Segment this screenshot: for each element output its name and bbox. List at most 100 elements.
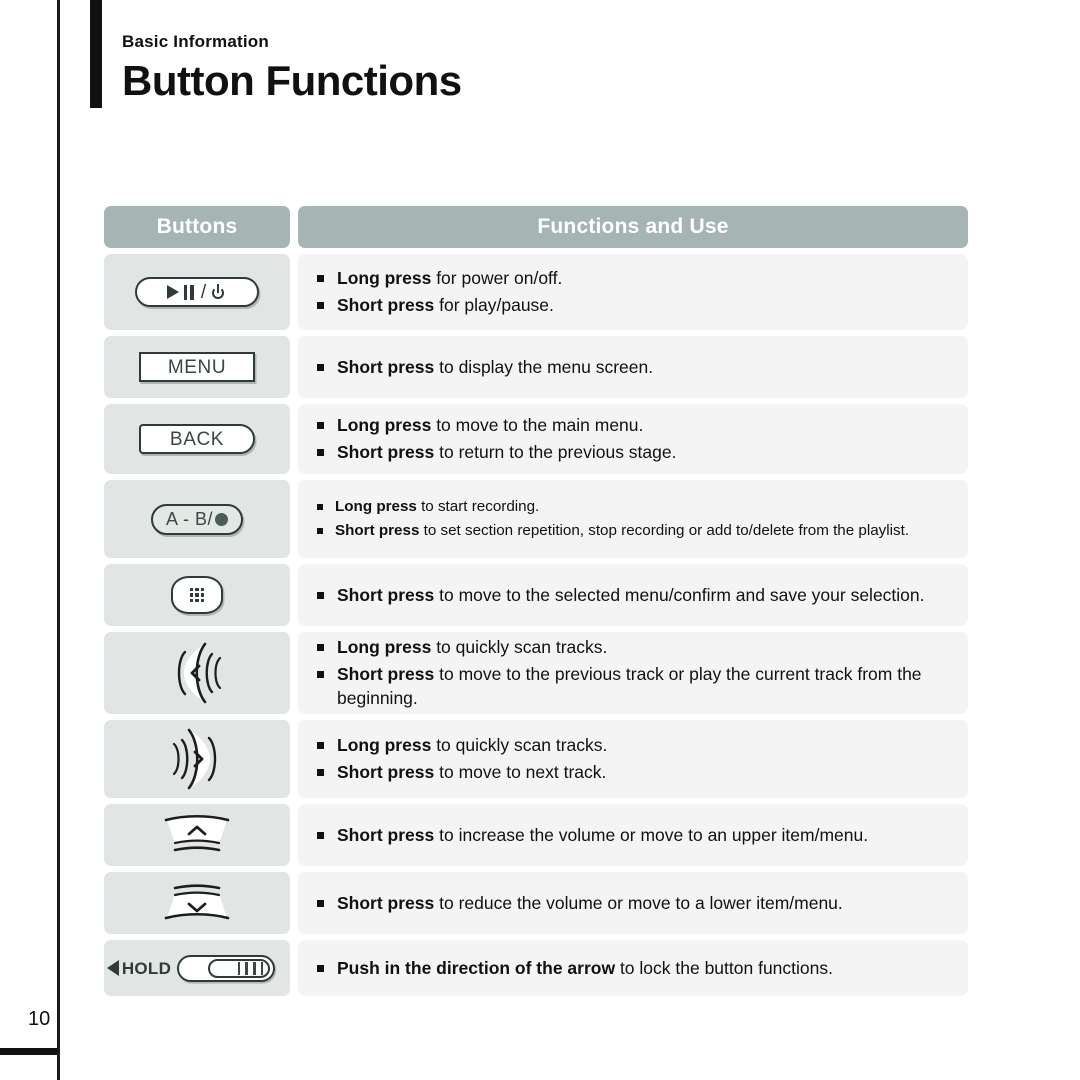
description-line: Long press to start recording.	[316, 496, 952, 518]
table-header-row: Buttons Functions and Use	[104, 206, 968, 248]
button-cell-back: BACK	[104, 404, 290, 474]
table-row: Short press to move to the selected menu…	[104, 564, 968, 626]
button-cell-menu: MENU	[104, 336, 290, 398]
description-line: Short press for play/pause.	[316, 293, 952, 318]
description-strong: Short press	[335, 522, 420, 539]
section-eyebrow: Basic Information	[122, 32, 269, 51]
footer-rule	[0, 1048, 57, 1055]
page-title: Button Functions	[122, 56, 462, 104]
description-strong: Short press	[337, 824, 435, 845]
hold-switch[interactable]: HOLD	[106, 954, 276, 982]
description-strong: Short press	[337, 584, 435, 605]
description-strong: Push in the direction of the arrow	[337, 957, 616, 978]
hold-slider-track[interactable]	[177, 954, 276, 982]
left-arrow-icon	[106, 960, 119, 976]
play-pause-power-button[interactable]: /	[135, 277, 259, 307]
pause-icon	[183, 284, 194, 300]
power-icon	[211, 284, 227, 300]
description-rest: to move to next track.	[434, 762, 607, 782]
description-line: Short press to move to the selected menu…	[316, 583, 952, 608]
column-header-functions-label: Functions and Use	[537, 215, 729, 238]
back-button-label: BACK	[169, 428, 225, 450]
description-strong: Long press	[337, 735, 432, 756]
back-button[interactable]: BACK	[139, 424, 255, 454]
button-cell-next-track	[104, 720, 290, 798]
description-cell: Push in the direction of the arrow to lo…	[298, 940, 968, 996]
description-cell: Short press to display the menu screen.	[298, 336, 968, 398]
description-cell: Short press to move to the selected menu…	[298, 564, 968, 626]
description-line: Short press to set section repetition, s…	[316, 520, 952, 542]
column-header-functions: Functions and Use	[298, 206, 968, 248]
table-row: BACK Long press to move to the main menu…	[104, 404, 968, 474]
hold-switch-label: HOLD	[121, 958, 172, 978]
description-strong: Short press	[337, 356, 435, 377]
description-line: Long press to quickly scan tracks.	[316, 635, 952, 660]
description-line: Short press to move to next track.	[316, 760, 952, 785]
menu-button[interactable]: MENU	[139, 352, 255, 382]
description-strong: Short press	[337, 663, 435, 684]
button-functions-table: Buttons Functions and Use / Long press f…	[104, 206, 968, 1002]
menu-button-label: MENU	[167, 356, 227, 378]
page-heading: Basic Information Button Functions	[122, 32, 942, 105]
select-grid-button[interactable]	[171, 576, 223, 614]
header-accent-bar	[90, 0, 102, 108]
description-line: Short press to reduce the volume or move…	[316, 891, 952, 916]
column-header-buttons: Buttons	[104, 206, 290, 248]
page-number: 10	[28, 1008, 51, 1030]
description-line: Long press to move to the main menu.	[316, 413, 952, 438]
description-rest: to move to the selected menu/confirm and…	[434, 584, 925, 605]
description-strong: Long press	[337, 636, 432, 657]
table-row: Long press to quickly scan tracks. Short…	[104, 632, 968, 714]
table-row: A - B/ Long press to start recording. Sh…	[104, 480, 968, 558]
description-line: Short press to display the menu screen.	[316, 355, 952, 380]
description-line: Long press to quickly scan tracks.	[316, 733, 952, 758]
description-strong: Long press	[337, 415, 432, 436]
grid-dots-icon	[189, 587, 205, 603]
description-rest: for play/pause.	[434, 295, 554, 315]
description-strong: Long press	[337, 268, 432, 289]
next-track-button[interactable]	[158, 725, 236, 793]
description-cell: Short press to reduce the volume or move…	[298, 872, 968, 934]
description-strong: Long press	[335, 498, 417, 516]
description-rest: to set section repetition, stop recordin…	[419, 522, 910, 539]
button-cell-ab-record: A - B/	[104, 480, 290, 558]
description-rest: for power on/off.	[431, 268, 563, 289]
description-line: Short press to increase the volume or mo…	[316, 823, 952, 848]
table-row: Long press to quickly scan tracks. Short…	[104, 720, 968, 798]
volume-up-button[interactable]	[151, 814, 243, 856]
description-cell: Long press for power on/off. Short press…	[298, 254, 968, 330]
description-rest: to reduce the volume or move to a lower …	[434, 892, 843, 913]
description-rest: to display the menu screen.	[434, 356, 654, 377]
previous-track-button[interactable]	[158, 639, 236, 707]
button-cell-select	[104, 564, 290, 626]
description-strong: Short press	[337, 295, 435, 315]
button-cell-hold: HOLD	[104, 940, 290, 996]
ab-record-button-label: A - B/	[165, 509, 213, 529]
table-row: / Long press for power on/off. Short pre…	[104, 254, 968, 330]
description-rest: to return to the previous stage.	[434, 442, 677, 462]
description-cell: Long press to quickly scan tracks. Short…	[298, 632, 968, 714]
description-line: Short press to return to the previous st…	[316, 440, 952, 465]
table-row: HOLD Push in the direction of the arrow …	[104, 940, 968, 996]
description-rest: to move to the main menu.	[431, 415, 644, 436]
table-row: MENU Short press to display the menu scr…	[104, 336, 968, 398]
ab-record-button[interactable]: A - B/	[151, 503, 243, 535]
table-row: Short press to increase the volume or mo…	[104, 804, 968, 866]
button-cell-volume-down	[104, 872, 290, 934]
page-left-rule	[57, 0, 60, 1080]
description-strong: Short press	[337, 762, 435, 782]
description-cell: Short press to increase the volume or mo…	[298, 804, 968, 866]
play-icon	[166, 285, 179, 299]
hold-slider-knob[interactable]	[208, 958, 271, 978]
button-cell-previous-track	[104, 632, 290, 714]
description-strong: Short press	[337, 442, 435, 462]
description-rest: to lock the button functions.	[615, 957, 833, 978]
description-rest: to start recording.	[416, 498, 540, 516]
play-pause-power-glyphs: /	[166, 283, 227, 302]
button-cell-volume-up	[104, 804, 290, 866]
description-strong: Short press	[337, 892, 435, 913]
record-dot-icon	[215, 512, 228, 526]
description-cell: Long press to start recording. Short pre…	[298, 480, 968, 558]
volume-down-button[interactable]	[151, 882, 243, 924]
description-line: Short press to move to the previous trac…	[316, 662, 952, 712]
